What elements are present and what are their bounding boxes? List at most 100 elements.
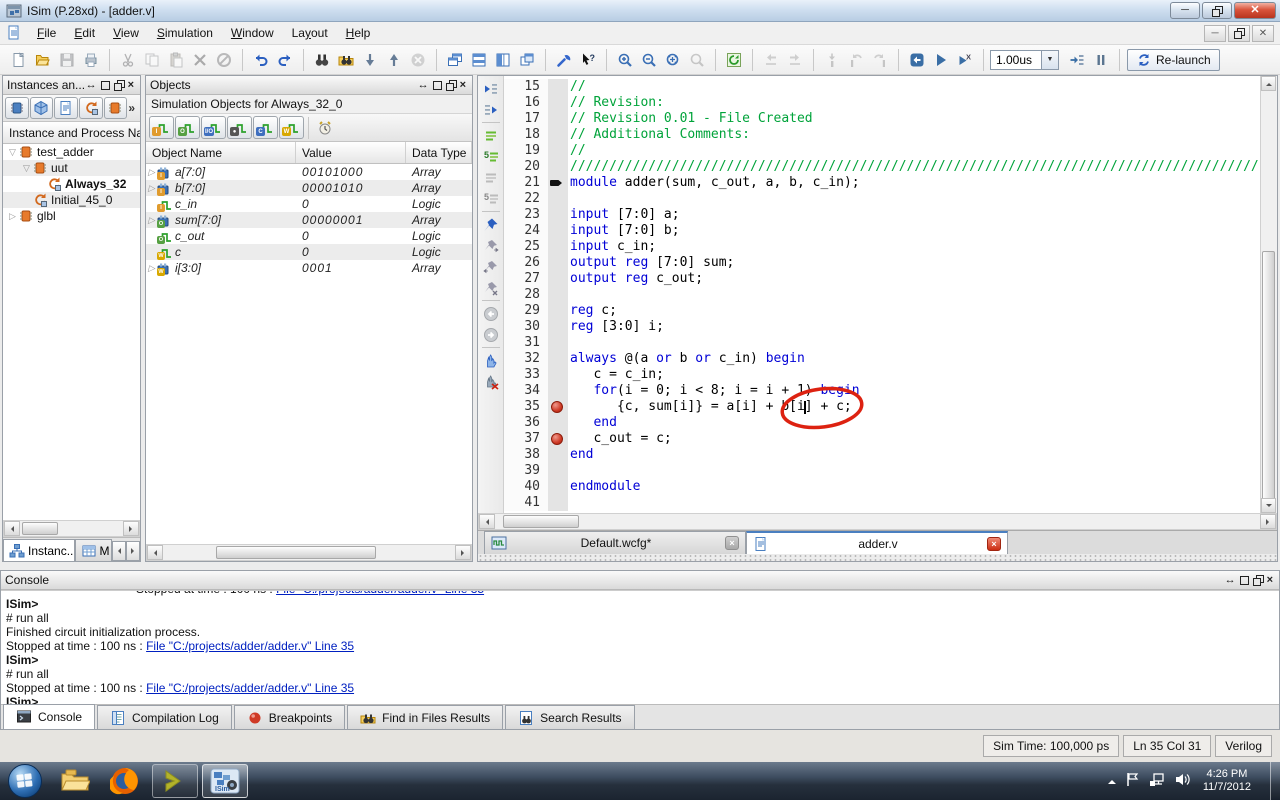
run-all-button[interactable] [929,48,953,72]
tile-horizontal-button[interactable] [467,48,491,72]
panel-maximize-icon[interactable] [432,80,442,90]
zoom-cursor-button[interactable] [685,48,709,72]
editor-vertical-scrollbar[interactable] [1260,76,1277,513]
editor-tab-defaultwcfg[interactable]: Default.wcfg* × [484,531,746,554]
line-number[interactable]: 23 [504,207,548,223]
line-number[interactable]: 28 [504,287,548,303]
marker-gutter[interactable] [548,415,568,431]
object-row-a70[interactable]: ▷ Ia[7:0] 00101000 Array [146,164,472,180]
break-button[interactable] [1089,48,1113,72]
show-desktop-button[interactable] [1270,762,1280,800]
row-expander-icon[interactable]: ▷ [146,183,157,194]
panel-close-icon[interactable]: × [1267,574,1273,586]
marker-gutter[interactable] [548,79,568,95]
comment-number-button[interactable]: 5 [480,146,502,167]
line-number[interactable]: 29 [504,303,548,319]
find-next-button[interactable] [358,48,382,72]
menu-edit[interactable]: Edit [65,23,104,43]
code-line-37[interactable]: 37 c_out = c; [504,431,1260,447]
marker-gutter[interactable] [548,431,568,447]
code-line-29[interactable]: 29 reg c; [504,303,1260,319]
column-data-type[interactable]: Data Type [406,142,472,163]
marker-gutter[interactable] [548,367,568,383]
run-time-combo[interactable]: 1.00us ▼ [990,49,1059,70]
code-line-32[interactable]: 32 always @(a or b or c_in) begin [504,351,1260,367]
tray-expand-icon[interactable] [1107,776,1116,784]
instances-tab-m[interactable]: M [74,539,112,561]
tree-item-glbl[interactable]: ▷ glbl [3,208,140,224]
marker-gutter[interactable] [548,303,568,319]
line-number[interactable]: 26 [504,255,548,271]
code-line-25[interactable]: 25 input c_in; [504,239,1260,255]
code-line-38[interactable]: 38 end [504,447,1260,463]
uncomment-lines-button[interactable] [480,167,502,188]
line-number[interactable]: 33 [504,367,548,383]
marker-gutter[interactable] [548,287,568,303]
chip-orange-button[interactable] [103,97,128,119]
source-link[interactable]: File "C:/projects/adder/adder.v" Line 35 [146,681,354,695]
panel-float-icon[interactable]: ↔ [1225,574,1236,586]
mdi-close-button[interactable]: ✕ [1252,24,1274,42]
jump-forward-button[interactable] [783,48,807,72]
clear-search-button[interactable] [406,48,430,72]
menu-simulation[interactable]: Simulation [148,23,222,43]
tab-close-icon[interactable]: × [987,536,1001,551]
line-number[interactable]: 41 [504,495,548,511]
taskbar-xilinx-button[interactable] [152,764,198,798]
breakpoint-marker[interactable] [551,401,563,413]
new-document-button[interactable] [7,48,31,72]
zoom-in-button[interactable] [613,48,637,72]
breakpoint-marker[interactable] [551,433,563,445]
filter-o-button[interactable]: O [175,116,200,139]
relaunch-button[interactable]: Re-launch [1127,48,1220,71]
block-button[interactable] [212,48,236,72]
alarm-clock-button[interactable] [313,116,337,140]
filter-i-button[interactable]: I [149,116,174,139]
line-number[interactable]: 37 [504,431,548,447]
run-for-time-button[interactable]: X [953,48,977,72]
code-line-18[interactable]: 18 // Additional Comments: [504,127,1260,143]
context-help-button[interactable]: ? [576,48,600,72]
run-time-value[interactable]: 1.00us [990,49,1042,70]
tree-item-test_adder[interactable]: ▽ test_adder [3,144,140,160]
nav-back-button[interactable] [480,303,502,324]
code-line-26[interactable]: 26 output reg [7:0] sum; [504,255,1260,271]
instances-tab-instanc[interactable]: Instanc... [3,539,75,561]
marker-gutter[interactable] [548,319,568,335]
code-line-27[interactable]: 27 output reg c_out; [504,271,1260,287]
object-row-c_out[interactable]: Oc_out 0 Logic [146,228,472,244]
marker-gutter[interactable] [548,239,568,255]
marker-gutter[interactable] [548,383,568,399]
run-time-dropdown[interactable]: ▼ [1042,49,1059,70]
objects-horizontal-scrollbar[interactable] [146,544,472,561]
find-in-files-button[interactable] [334,48,358,72]
editor-code-area[interactable]: 15 // 16 // Revision: 17 // Revision 0.01 - F… [504,76,1260,513]
tree-expander-icon[interactable]: ▷ [7,211,18,222]
restore-button[interactable] [1202,2,1232,19]
marker-gutter[interactable] [548,463,568,479]
taskbar-firefox-button[interactable] [102,764,148,798]
marker-gutter[interactable] [548,191,568,207]
code-line-34[interactable]: 34 for(i = 0; i < 8; i = i + 1) begin [504,383,1260,399]
undo-button[interactable] [249,48,273,72]
filter-w-button[interactable]: W [279,116,304,139]
bookmark-clear-button[interactable] [480,277,502,298]
refresh-button[interactable] [722,48,746,72]
tree-item-initial_45_0[interactable]: Initial_45_0 [3,192,140,208]
console-tab-find-in-files-results[interactable]: Find in Files Results [347,705,504,729]
prev-transition-button[interactable] [844,48,868,72]
row-expander-icon[interactable]: ▷ [146,215,157,226]
panel-close-icon[interactable]: × [128,79,134,91]
marker-gutter[interactable] [548,399,568,415]
taskbar-isim-button[interactable]: ISim [202,764,248,798]
marker-gutter[interactable] [548,143,568,159]
network-icon[interactable] [1149,772,1165,790]
object-row-c[interactable]: Wc 0 Logic [146,244,472,260]
code-line-33[interactable]: 33 c = c_in; [504,367,1260,383]
marker-gutter[interactable] [548,223,568,239]
column-value[interactable]: Value [296,142,406,163]
close-button[interactable]: ✕ [1234,2,1276,19]
tree-expander-icon[interactable]: ▽ [21,163,32,174]
paste-button[interactable] [164,48,188,72]
editor-horizontal-scrollbar[interactable] [478,513,1277,530]
